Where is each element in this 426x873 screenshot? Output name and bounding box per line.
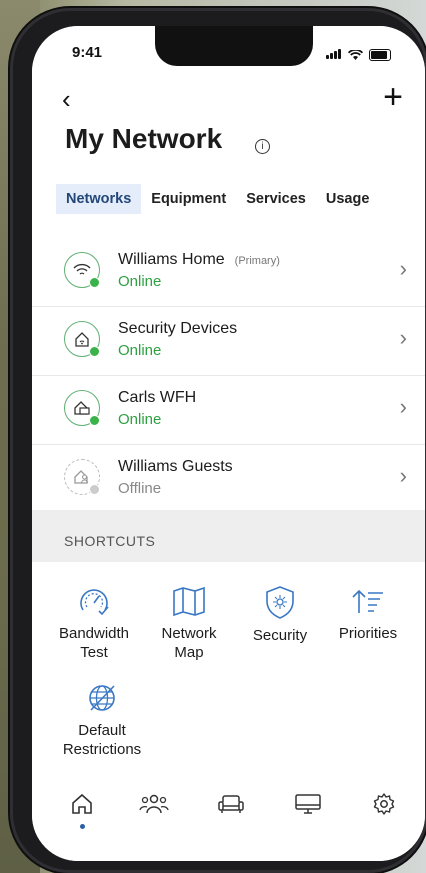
shortcut-label-line2: Map (174, 644, 204, 661)
network-name: Williams Guests (118, 458, 233, 475)
tab-services[interactable]: Services (236, 184, 316, 214)
offline-indicator (89, 484, 100, 495)
shortcut-label-line1: Security (252, 627, 308, 644)
network-status: Online (118, 411, 162, 428)
shortcut-network-map[interactable]: Network Map (149, 584, 229, 662)
add-network-button[interactable]: + (383, 80, 403, 114)
shortcut-label-line1: Priorities (338, 625, 398, 642)
notch (155, 26, 313, 66)
priority-icon (352, 589, 383, 613)
shortcut-label-line2: Test (80, 644, 108, 661)
chevron-right-icon: › (399, 463, 407, 488)
nav-monitor[interactable] (294, 792, 322, 821)
status-time: 9:41 (72, 44, 103, 61)
page-title: My Network (65, 123, 223, 154)
online-indicator (89, 415, 100, 426)
back-button[interactable]: ‹ (62, 84, 71, 115)
primary-tag: (Primary) (234, 255, 280, 267)
shortcut-label-line1: Default (78, 722, 126, 739)
shield-icon (266, 586, 294, 619)
online-indicator (89, 277, 100, 288)
signal-icon (326, 46, 342, 64)
network-row-williams-home[interactable]: Williams Home (Primary) Online › (32, 238, 425, 307)
couch-icon (218, 795, 244, 813)
gear-icon (373, 793, 395, 815)
tab-bar: Networks Equipment Services Usage (56, 184, 379, 214)
wifi-status-icon (348, 49, 363, 60)
network-name: Williams Home (Primary) (118, 251, 280, 268)
shortcut-label-line1: Bandwidth (58, 625, 130, 642)
chevron-right-icon: › (399, 325, 407, 350)
nav-home[interactable] (70, 792, 94, 821)
home-icon (72, 793, 92, 814)
shortcut-priorities[interactable]: Priorities (328, 584, 408, 643)
network-status: Offline (118, 480, 162, 497)
nav-people[interactable] (139, 792, 169, 821)
nav-couch[interactable] (217, 792, 245, 821)
network-row-carls-wfh[interactable]: Carls WFH Online › (32, 376, 425, 445)
status-icons (326, 46, 391, 64)
battery-icon (369, 49, 391, 61)
globe-restriction-icon (89, 685, 115, 711)
info-icon[interactable]: i (255, 139, 270, 154)
network-status: Online (118, 342, 162, 359)
network-status: Online (118, 273, 162, 290)
nav-settings[interactable] (372, 792, 396, 821)
tab-networks[interactable]: Networks (56, 184, 142, 214)
screen: 9:41 ‹ + My Network i Networks Equipment… (32, 26, 425, 861)
network-row-security-devices[interactable]: Security Devices Online › (32, 307, 425, 376)
monitor-icon (295, 794, 321, 814)
network-name: Security Devices (118, 320, 238, 337)
chevron-right-icon: › (399, 256, 407, 281)
map-icon (173, 586, 205, 617)
chevron-right-icon: › (399, 394, 407, 419)
phone-frame: 9:41 ‹ + My Network i Networks Equipment… (10, 8, 426, 873)
tab-usage[interactable]: Usage (316, 184, 380, 214)
shortcut-label-line2: Restrictions (62, 741, 142, 758)
shortcuts-label: SHORTCUTS (64, 533, 156, 549)
network-row-williams-guests[interactable]: Williams Guests Offline › (32, 445, 425, 514)
online-indicator (89, 346, 100, 357)
shortcut-label-line1: Network (161, 625, 217, 642)
shortcut-default-restrictions[interactable]: Default Restrictions (54, 681, 150, 759)
shortcut-bandwidth-test[interactable]: Bandwidth Test (56, 584, 132, 662)
people-icon (139, 794, 169, 814)
bottom-nav (32, 782, 425, 842)
nav-active-indicator (80, 824, 85, 829)
shortcut-security[interactable]: Security (240, 584, 320, 645)
speedometer-icon (80, 589, 109, 616)
network-name: Carls WFH (118, 389, 197, 406)
tab-equipment[interactable]: Equipment (141, 184, 236, 214)
